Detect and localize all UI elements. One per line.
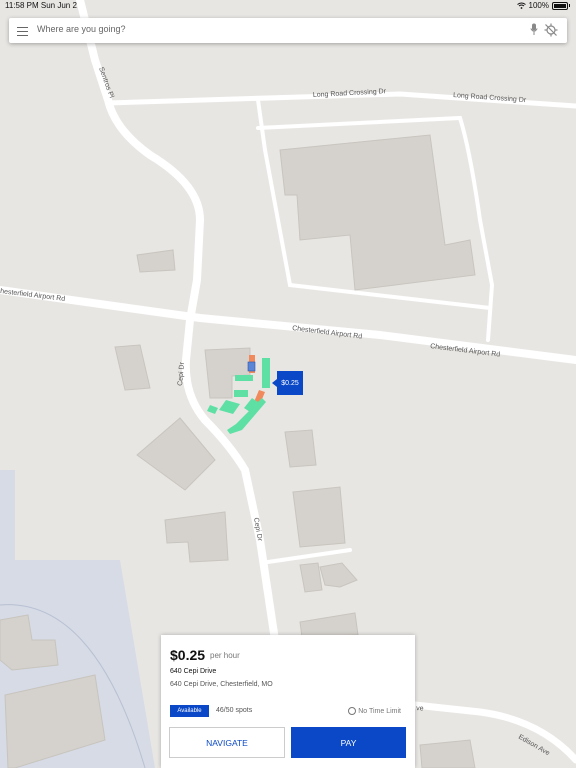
time-limit: No Time Limit — [348, 707, 401, 715]
battery-tip — [569, 4, 570, 7]
battery-icon — [552, 1, 568, 10]
lot-price: $0.25 — [170, 647, 206, 663]
spots-count: 46/50 spots — [216, 707, 253, 714]
location-off-icon[interactable] — [544, 23, 558, 37]
lot-address: 640 Cepi Drive, Chesterfield, MO — [170, 681, 273, 688]
road-label: ve — [416, 705, 424, 713]
time-limit-label: No Time Limit — [358, 707, 401, 715]
road-label: hesterfield Airport Rd — [0, 288, 66, 303]
status-badge: Available — [170, 705, 209, 717]
wifi-icon — [516, 2, 526, 9]
menu-icon[interactable] — [17, 24, 28, 36]
search-bar[interactable]: Where are you going? — [9, 18, 567, 43]
status-right: 100% — [516, 1, 570, 10]
battery-percent: 100% — [528, 1, 549, 10]
navigate-button[interactable]: NAVIGATE — [169, 727, 285, 758]
lot-card: $0.25 per hour 640 Cepi Drive 640 Cepi D… — [161, 635, 415, 768]
lot-name: 640 Cepi Drive — [170, 668, 217, 675]
mic-icon[interactable] — [530, 23, 538, 36]
price-marker[interactable]: $0.25 — [272, 371, 303, 395]
status-bar: 11:58 PM Sun Jun 2 100% — [0, 0, 576, 12]
price-unit: per hour — [210, 651, 240, 660]
clock-icon — [348, 707, 357, 715]
status-time: 11:58 PM Sun Jun 2 — [5, 1, 77, 10]
pay-button[interactable]: PAY — [291, 727, 406, 758]
road-label: Cepi Dr — [252, 517, 263, 542]
search-input[interactable]: Where are you going? — [37, 24, 126, 34]
